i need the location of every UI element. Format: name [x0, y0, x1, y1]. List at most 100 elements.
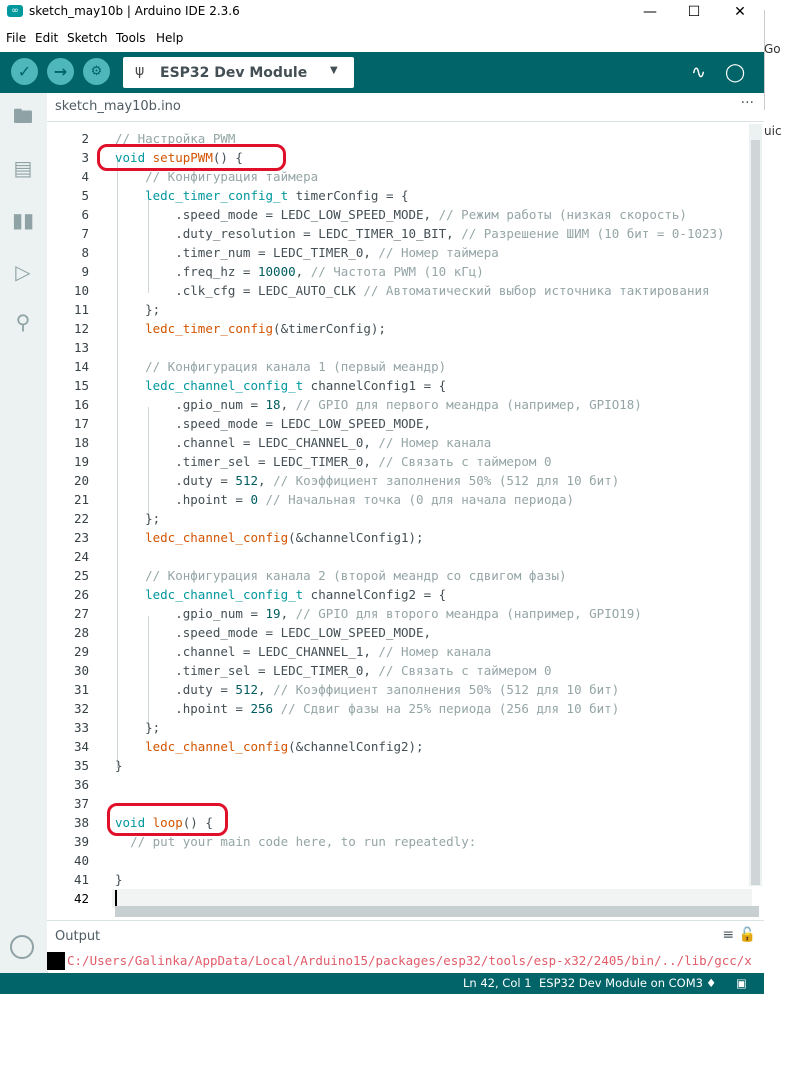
background-text: Go [764, 42, 781, 56]
code-text: .speed_mode = LEDC_LOW_SPEED_MODE, // Ре… [115, 207, 687, 222]
code-line[interactable]: 32 .hpoint = 256 // Сдвиг фазы на 25% пе… [47, 699, 747, 718]
code-line[interactable]: 13 [47, 338, 747, 357]
code-line[interactable]: 16 .gpio_num = 18, // GPIO для первого м… [47, 395, 747, 414]
code-line[interactable]: 36 [47, 775, 747, 794]
code-line[interactable]: 22 }; [47, 509, 747, 528]
code-line[interactable]: 19 .timer_sel = LEDC_TIMER_0, // Связать… [47, 452, 747, 471]
code-line[interactable]: 34 ledc_channel_config(&channelConfig2); [47, 737, 747, 756]
line-number: 16 [73, 397, 89, 412]
code-line[interactable]: 6 .speed_mode = LEDC_LOW_SPEED_MODE, // … [47, 205, 747, 224]
upload-button[interactable]: → [47, 58, 74, 85]
tab-sketch[interactable]: sketch_may10b.ino [55, 99, 181, 114]
boards-icon[interactable]: ▤ [10, 155, 36, 181]
maximize-icon[interactable]: ☐ [674, 0, 714, 26]
code-text: }; [115, 720, 161, 735]
code-line[interactable]: 31 .duty = 512, // Коэффициент заполнени… [47, 680, 747, 699]
line-number: 36 [73, 777, 89, 792]
code-line[interactable]: 28 .speed_mode = LEDC_LOW_SPEED_MODE, [47, 623, 747, 642]
bell-icon[interactable]: ♦ [706, 976, 716, 990]
code-line[interactable]: 11 }; [47, 300, 747, 319]
line-number: 33 [73, 720, 89, 735]
horizontal-scrollbar[interactable] [115, 906, 759, 917]
code-text: .timer_num = LEDC_TIMER_0, // Номер тайм… [115, 245, 499, 260]
code-line[interactable]: 18 .channel = LEDC_CHANNEL_0, // Номер к… [47, 433, 747, 452]
code-line[interactable]: 17 .speed_mode = LEDC_LOW_SPEED_MODE, [47, 414, 747, 433]
code-line[interactable]: 30 .timer_sel = LEDC_TIMER_0, // Связать… [47, 661, 747, 680]
annotation-setuppwm [97, 144, 286, 171]
code-text: // Конфигурация канала 2 (второй меандр … [145, 568, 567, 583]
arduino-icon: ∞ [7, 5, 23, 17]
menu-tools[interactable]: Tools [116, 31, 146, 45]
code-line[interactable]: 41} [47, 870, 747, 889]
code-line[interactable]: 40 [47, 851, 747, 870]
line-number: 9 [81, 264, 89, 279]
code-text: .channel = LEDC_CHANNEL_0, // Номер кана… [115, 435, 492, 450]
code-text: }; [115, 511, 161, 526]
code-text: .duty_resolution = LEDC_TIMER_10_BIT, //… [115, 226, 725, 241]
code-line[interactable]: 33 }; [47, 718, 747, 737]
line-number: 12 [73, 321, 89, 336]
background-window: Go uic [764, 0, 806, 160]
code-line[interactable]: 21 .hpoint = 0 // Начальная точка (0 для… [47, 490, 747, 509]
code-line[interactable]: 25 // Конфигурация канала 2 (второй меан… [47, 566, 747, 585]
clear-output-icon[interactable]: ≡ [722, 927, 734, 943]
code-line[interactable]: 23 ledc_channel_config(&channelConfig1); [47, 528, 747, 547]
menu-help[interactable]: Help [156, 31, 183, 45]
account-icon[interactable] [10, 935, 34, 959]
menu-sketch[interactable]: Sketch [67, 31, 107, 45]
code-line[interactable]: 10 .clk_cfg = LEDC_AUTO_CLK // Автоматич… [47, 281, 747, 300]
code-editor[interactable]: 2// Настройка PWM 3 void setupPWM() {4 // … [47, 122, 764, 920]
output-label: Output [55, 929, 101, 944]
verify-button[interactable]: ✓ [11, 58, 38, 85]
monitor-icon[interactable]: ◯ [725, 62, 745, 83]
code-line[interactable]: 29 .channel = LEDC_CHANNEL_1, // Номер к… [47, 642, 747, 661]
minimize-icon[interactable]: — [630, 0, 670, 26]
line-number: 2 [81, 131, 89, 146]
code-line[interactable]: 27 .gpio_num = 19, // GPIO для второго м… [47, 604, 747, 623]
close-icon[interactable]: ✕ [720, 0, 760, 26]
cursor-position[interactable]: Ln 42, Col 1 [463, 976, 532, 990]
code-line[interactable]: 26 ledc_channel_config_t channelConfig2 … [47, 585, 747, 604]
code-text: .gpio_num = 19, // GPIO для второго меан… [115, 606, 642, 621]
code-line[interactable]: 15 ledc_channel_config_t channelConfig1 … [47, 376, 747, 395]
more-icon[interactable]: ··· [741, 95, 754, 111]
code-line[interactable]: 5 ledc_timer_config_t timerConfig = { [47, 186, 747, 205]
line-number: 11 [73, 302, 89, 317]
board-selector[interactable]: ψ ESP32 Dev Module ▼ [123, 57, 354, 88]
lock-scroll-icon[interactable]: 🔓 [739, 927, 756, 943]
code-line[interactable]: 7 .duty_resolution = LEDC_TIMER_10_BIT, … [47, 224, 747, 243]
debug-button[interactable]: ⚙ [83, 58, 110, 85]
line-number: 8 [81, 245, 89, 260]
line-number: 29 [73, 644, 89, 659]
code-line[interactable]: 12 ledc_timer_config(&timerConfig); [47, 319, 747, 338]
line-number: 18 [73, 435, 89, 450]
code-line[interactable]: 9 .freq_hz = 10000, // Частота PWM (10 к… [47, 262, 747, 281]
line-number: 32 [73, 701, 89, 716]
output-toolbar: ≡ 🔓 [722, 927, 756, 943]
line-number: 23 [73, 530, 89, 545]
board-name: ESP32 Dev Module [160, 65, 308, 81]
panel-toggle-icon[interactable]: ▣ [736, 976, 747, 990]
code-line[interactable]: 8 .timer_num = LEDC_TIMER_0, // Номер та… [47, 243, 747, 262]
debug-icon[interactable]: ▷ [10, 259, 36, 285]
folder-icon[interactable]: 🖿 [10, 103, 36, 129]
menu-edit[interactable]: Edit [35, 31, 58, 45]
plotter-icon[interactable]: ∿ [691, 62, 706, 83]
code-text: ledc_timer_config(&timerConfig); [145, 321, 386, 336]
line-number: 30 [73, 663, 89, 678]
title-bar: ∞ sketch_may10b | Arduino IDE 2.3.6 — ☐ … [0, 0, 764, 28]
chevron-down-icon: ▼ [330, 65, 338, 76]
code-line[interactable]: 20 .duty = 512, // Коэффициент заполнени… [47, 471, 747, 490]
code-line[interactable]: 24 [47, 547, 747, 566]
vertical-scroll-thumb[interactable] [751, 140, 760, 885]
line-number: 22 [73, 511, 89, 526]
code-line[interactable]: 35} [47, 756, 747, 775]
line-number: 28 [73, 625, 89, 640]
code-line[interactable]: 14 // Конфигурация канала 1 (первый меан… [47, 357, 747, 376]
line-number: 38 [73, 815, 89, 830]
search-icon[interactable]: ⚲ [10, 309, 36, 335]
library-icon[interactable]: ▮▮ [10, 207, 36, 233]
menu-file[interactable]: File [6, 31, 26, 45]
output-line: C:/Users/Galinka/AppData/Local/Arduino15… [67, 953, 752, 968]
board-port-status[interactable]: ESP32 Dev Module on COM3 [539, 976, 703, 990]
